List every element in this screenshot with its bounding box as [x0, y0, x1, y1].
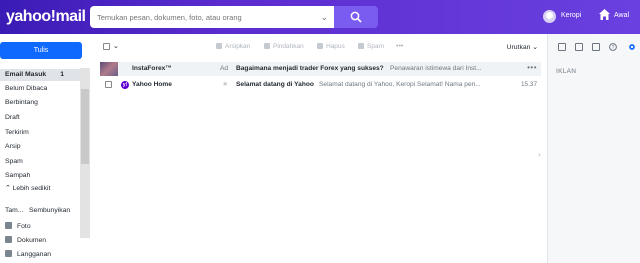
yahoo-mail-logo[interactable]: yahoo!mail	[6, 8, 86, 26]
search-button[interactable]	[334, 6, 378, 28]
move-button[interactable]: Pindahkan	[264, 43, 304, 50]
home-label[interactable]: Awal	[614, 12, 629, 19]
contacts-icon[interactable]	[558, 43, 566, 51]
archive-button[interactable]: Arsipkan	[216, 43, 250, 50]
sort-dropdown[interactable]: Urutkan ⌄	[507, 43, 538, 51]
message-preview: Penawaran istimewa dari Inst...	[390, 65, 482, 72]
sidebar-item-documents[interactable]: Dokumen	[5, 236, 46, 244]
move-label: Pindahkan	[273, 43, 304, 50]
home-icon[interactable]	[598, 8, 611, 21]
svg-text:?: ?	[612, 45, 615, 51]
search-box[interactable]: ⌄	[90, 6, 334, 28]
delete-button[interactable]: Hapus	[317, 43, 345, 50]
sidebar-item-unread[interactable]: Belum Dibaca	[0, 83, 80, 95]
sidebar-item-subscriptions[interactable]: Langganan	[5, 250, 51, 258]
unread-count-badge: 1	[60, 71, 64, 78]
message-time: 15.37	[521, 81, 537, 88]
user-name[interactable]: Keropi	[561, 12, 581, 19]
search-icon	[350, 11, 362, 23]
calendar-icon[interactable]	[575, 43, 583, 51]
sidebar-item-spam[interactable]: Spam	[0, 156, 80, 168]
search-options-chevron-icon[interactable]: ⌄	[320, 12, 328, 23]
message-preview: Selamat datang di Yahoo, Keropi Selamat!…	[319, 81, 481, 88]
top-header: yahoo!mail ⌄ Keropi Awal	[0, 0, 640, 34]
select-all-checkbox[interactable]	[103, 43, 110, 50]
sidebar-item-photos[interactable]: Foto	[5, 222, 31, 230]
folder-icon	[264, 43, 270, 49]
select-menu-chevron-icon[interactable]: ⌄	[113, 42, 119, 50]
sidebar-item-label: Foto	[17, 223, 31, 230]
document-icon	[5, 236, 12, 243]
message-subject: Bagaimana menjadi trader Forex yang suks…	[236, 65, 384, 72]
more-actions-button[interactable]: •••	[396, 43, 403, 50]
gear-icon[interactable]	[628, 43, 636, 51]
ad-options-button[interactable]: •••	[527, 63, 537, 72]
message-row[interactable]: y! Yahoo Home ★ Selamat datang di Yahoo …	[100, 78, 541, 92]
sidebar-item-drafts[interactable]: Draft	[0, 112, 80, 124]
star-icon[interactable]: ★	[222, 80, 228, 88]
left-sidebar: Tulis Email Masuk 1 Belum Dibaca Berbint…	[0, 34, 90, 263]
message-sender: Yahoo Home	[132, 81, 172, 88]
delete-label: Hapus	[326, 43, 345, 50]
sidebar-item-label: Langganan	[17, 251, 52, 258]
photo-icon	[5, 222, 12, 229]
sidebar-item-inbox[interactable]: Email Masuk 1	[0, 69, 80, 81]
spam-button[interactable]: Spam	[358, 43, 384, 50]
spam-label: Spam	[367, 43, 384, 50]
sidebar-item-sent[interactable]: Terkirim	[0, 127, 80, 139]
help-icon[interactable]: ?	[609, 43, 617, 51]
sidebar-item-starred[interactable]: Berbintang	[0, 97, 80, 109]
message-subject: Selamat datang di Yahoo	[236, 81, 314, 88]
subscriptions-icon	[5, 250, 12, 257]
yahoo-sender-icon: y!	[121, 81, 129, 89]
message-toolbar: ⌄ Arsipkan Pindahkan Hapus Spam ••• Urut…	[100, 40, 542, 54]
shield-icon	[358, 43, 364, 49]
ad-message-row[interactable]: InstaForex™ Ad Bagaimana menjadi trader …	[100, 62, 541, 76]
sidebar-item-label: Dokumen	[17, 237, 47, 244]
avatar[interactable]	[543, 10, 556, 23]
ad-badge: Ad	[220, 65, 229, 72]
sidebar-item-archive[interactable]: Arsip	[0, 141, 80, 153]
ad-section-label: IKLAN	[556, 68, 577, 75]
archive-icon	[216, 43, 222, 49]
show-less-link[interactable]: ⌃ Lebih sedikit	[5, 184, 50, 192]
archive-label: Arsipkan	[225, 43, 251, 50]
sidebar-item-label: Email Masuk	[5, 71, 47, 78]
sidebar-item-trash[interactable]: Sampah	[0, 170, 80, 182]
views-section-title: Tam...	[5, 207, 24, 214]
search-input[interactable]	[90, 6, 314, 28]
message-checkbox[interactable]	[105, 81, 112, 88]
sidebar-scrollbar-thumb[interactable]	[81, 89, 89, 164]
compose-button[interactable]: Tulis	[0, 42, 82, 59]
notepad-icon[interactable]	[592, 43, 600, 51]
trash-icon	[317, 43, 323, 49]
hide-views-link[interactable]: Sembunyikan	[29, 207, 70, 214]
ad-thumbnail-image	[100, 62, 118, 76]
message-sender: InstaForex™	[132, 65, 172, 72]
